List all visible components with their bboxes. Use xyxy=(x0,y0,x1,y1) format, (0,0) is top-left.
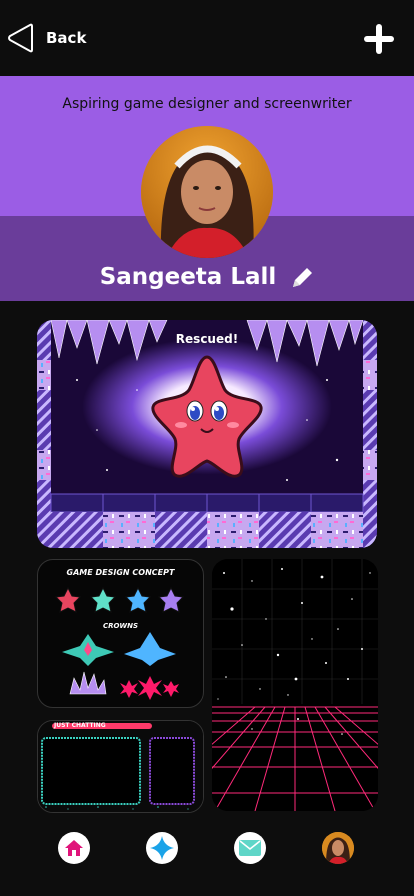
nav-home[interactable] xyxy=(58,832,90,864)
card-caption: Rescued! xyxy=(175,332,239,346)
profile-header: Aspiring game designer and screenwriter … xyxy=(0,76,414,301)
back-triangle-icon xyxy=(6,22,38,54)
nav-messages[interactable] xyxy=(234,832,266,864)
just-chatting-card[interactable]: JUST CHATTING xyxy=(37,720,204,813)
profile-avatar[interactable] xyxy=(141,126,273,258)
profile-name: Sangeeta Lall xyxy=(99,264,277,290)
back-button[interactable]: Back xyxy=(6,22,86,54)
top-bar: Back xyxy=(0,0,414,76)
plus-icon xyxy=(362,22,396,56)
sparkle-icon xyxy=(149,835,175,861)
pencil-icon[interactable] xyxy=(290,266,314,290)
add-button[interactable] xyxy=(362,22,396,56)
concept-subtitle: CROWNS xyxy=(102,622,139,630)
mail-icon xyxy=(239,840,261,856)
rescued-game-card[interactable]: Rescued! xyxy=(37,320,377,548)
space-grid-card[interactable] xyxy=(212,559,378,811)
nav-profile[interactable] xyxy=(322,832,354,864)
profile-name-row: Sangeeta Lall xyxy=(0,264,414,290)
profile-bio: Aspiring game designer and screenwriter xyxy=(62,96,352,112)
nav-explore[interactable] xyxy=(146,832,178,864)
bottom-nav xyxy=(0,820,414,896)
chat-label: JUST CHATTING xyxy=(54,722,106,729)
avatar xyxy=(322,832,354,864)
game-design-concept-card[interactable]: GAME DESIGN CONCEPT CROWNS xyxy=(37,559,204,708)
back-label: Back xyxy=(46,29,87,47)
home-icon xyxy=(64,838,84,858)
